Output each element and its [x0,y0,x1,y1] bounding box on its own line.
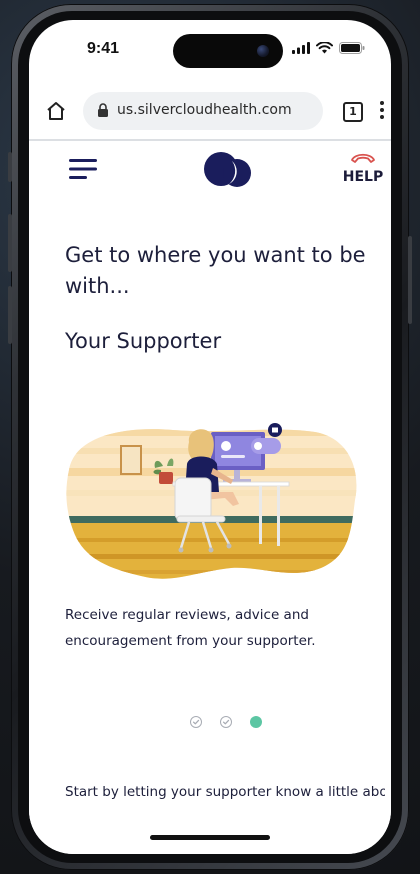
step-dot-completed[interactable] [190,716,202,728]
status-bar: 9:41 [29,20,391,76]
footer-cutoff [29,803,391,854]
home-button[interactable] [44,99,68,123]
check-icon [192,719,200,725]
help-label: HELP [342,169,384,185]
home-indicator[interactable] [150,835,270,840]
hamburger-menu-icon [69,159,97,179]
silent-switch [8,152,12,182]
more-vertical-icon [380,101,384,119]
url-text: us.silvercloudhealth.com [117,102,292,118]
volume-down-button [8,286,12,344]
home-icon [47,102,65,120]
front-camera [257,45,269,57]
menu-button[interactable] [69,157,99,181]
check-icon [222,719,230,725]
silvercloud-logo[interactable] [201,147,257,191]
signal-icon [292,42,310,54]
browser-toolbar: us.silvercloudhealth.com 1 [29,86,391,138]
step-dot-completed[interactable] [220,716,232,728]
onboarding-headline: Get to where you want to be with... [65,243,366,298]
phone-screen: 9:41 us.silvercloudhealth.com 1 HELP Get… [29,20,391,854]
onboarding-description: Receive regular reviews, advice and enco… [65,607,316,649]
step-dot-active[interactable] [250,716,262,728]
status-icons [292,42,365,54]
wall-frame [120,445,142,475]
url-field[interactable]: us.silvercloudhealth.com [83,92,323,130]
app-header: HELP [29,143,391,201]
tab-switcher-button[interactable]: 1 [343,102,363,122]
onboarding-subheading: Your Supporter [65,329,222,353]
logo-mark [204,152,251,187]
supporter-illustration [66,423,357,579]
volume-up-button [8,214,12,272]
battery-icon [339,42,365,54]
power-button [408,236,412,324]
help-button[interactable]: HELP [341,149,385,189]
phone-hangup-icon [351,153,375,163]
status-time: 9:41 [87,40,120,57]
carousel-pagination [190,716,262,728]
more-options-button[interactable] [379,100,385,120]
phone-frame: 9:41 us.silvercloudhealth.com 1 HELP Get… [8,4,412,870]
onboarding-footer-text: Start by letting your supporter know a l… [65,784,385,800]
wifi-icon [316,42,333,54]
dynamic-island [173,34,283,68]
lock-icon [98,103,108,117]
toolbar-divider [29,139,391,141]
